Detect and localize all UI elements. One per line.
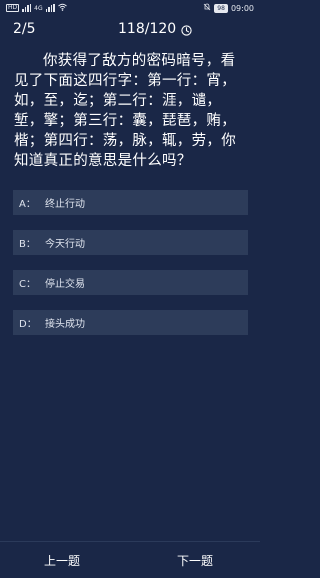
option-d[interactable]: D： 接头成功 — [13, 310, 248, 335]
status-left: HD 4G — [6, 3, 67, 13]
option-text: 今天行动 — [45, 239, 85, 250]
signal-icon-2 — [45, 4, 55, 12]
quiz-header: 2/5 118/120 — [0, 18, 260, 42]
option-text: 终止行动 — [45, 199, 85, 210]
network-label: 4G — [34, 4, 43, 12]
option-text: 停止交易 — [45, 279, 85, 290]
option-letter: B： — [19, 239, 36, 250]
signal-icon — [22, 4, 32, 12]
wifi-icon — [57, 3, 67, 13]
option-letter: C： — [19, 279, 36, 290]
timer: 118/120 — [118, 21, 192, 37]
option-text: 接头成功 — [45, 319, 85, 330]
timer-value: 118/120 — [118, 21, 177, 37]
status-bar: HD 4G 98 09:00 — [0, 0, 260, 16]
prev-question-button[interactable]: 上一题 — [44, 552, 80, 569]
mute-icon — [203, 3, 211, 13]
status-right: 98 09:00 — [203, 3, 254, 13]
option-b[interactable]: B： 今天行动 — [13, 230, 248, 255]
clock-icon — [181, 24, 192, 36]
option-letter: D： — [19, 319, 37, 330]
question-text: 你获得了敌方的密码暗号，看见了下面这四行字：第一行：宵，如，至，迄；第二行：涯，… — [14, 53, 236, 169]
bottom-nav: 上一题 下一题 — [0, 541, 260, 578]
status-time: 09:00 — [230, 3, 254, 13]
battery-icon: 98 — [214, 3, 228, 13]
option-letter: A： — [19, 199, 36, 210]
next-question-button[interactable]: 下一题 — [177, 552, 213, 569]
option-c[interactable]: C： 停止交易 — [13, 270, 248, 295]
option-a[interactable]: A： 终止行动 — [13, 190, 248, 215]
options-list: A： 终止行动 B： 今天行动 C： 停止交易 D： 接头成功 — [13, 190, 248, 350]
hd-label: HD — [6, 4, 20, 12]
question-progress: 2/5 — [13, 21, 36, 37]
